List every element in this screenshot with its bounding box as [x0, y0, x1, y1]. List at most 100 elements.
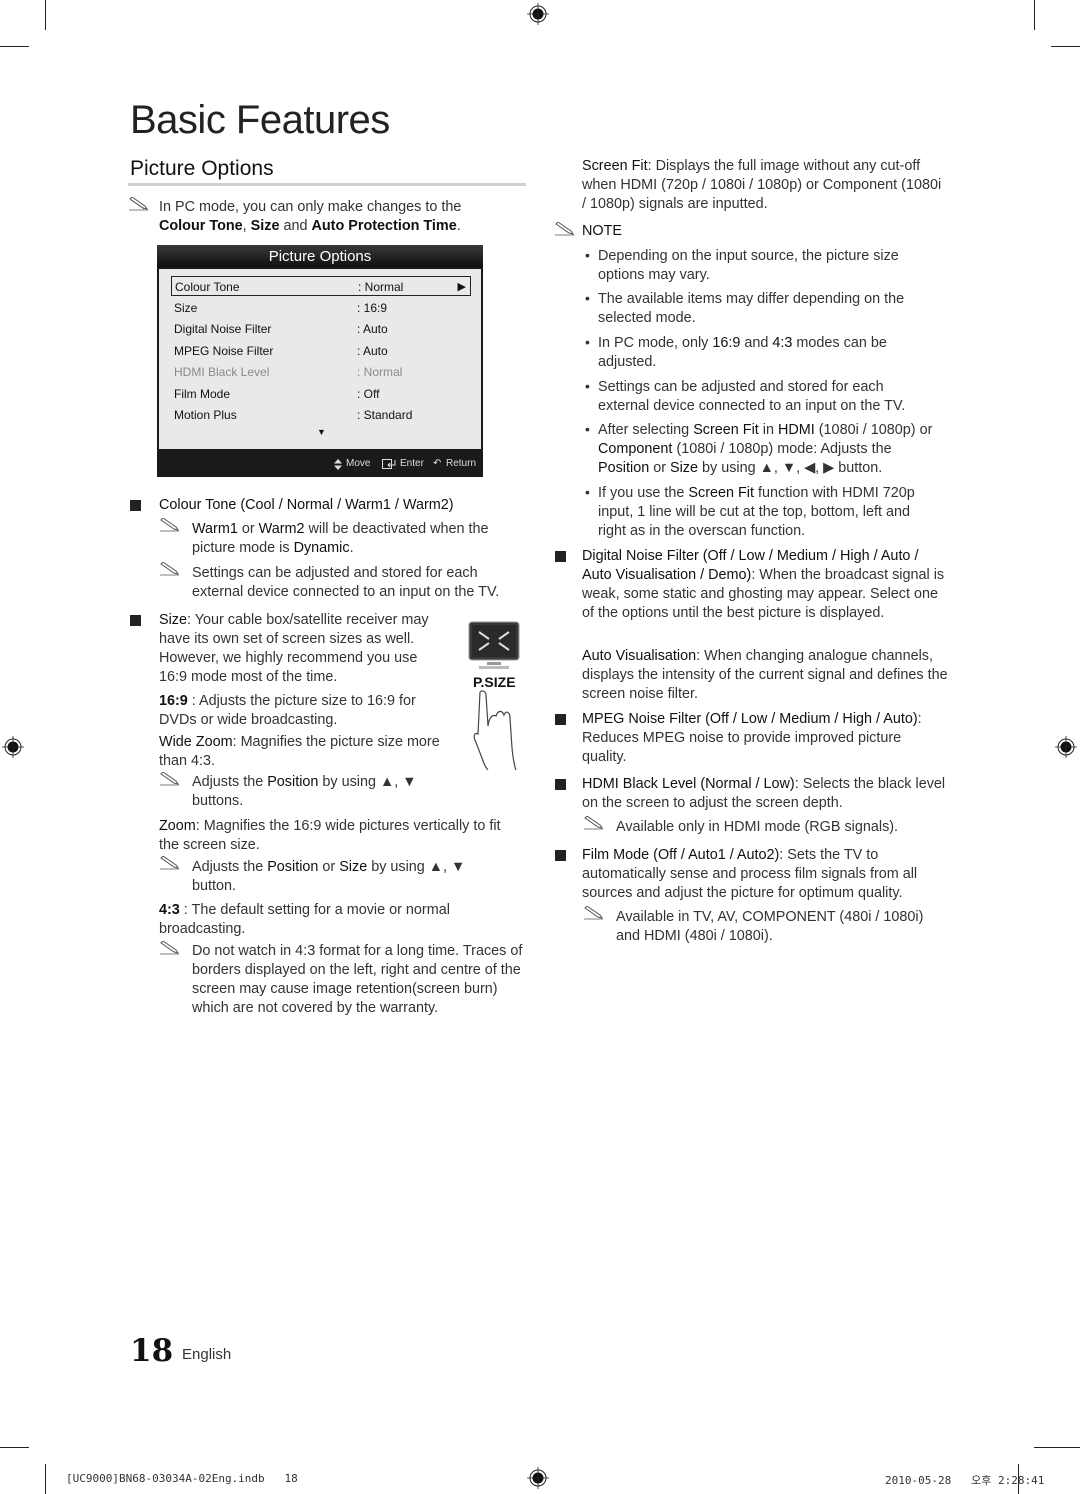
osd-row-digital-noise-filter[interactable]: Digital Noise Filter : Auto: [171, 319, 473, 339]
osd-row-label: Colour Tone: [175, 280, 240, 294]
wide-zoom-note: Adjusts the Position by using ▲, ▼ butto…: [192, 773, 442, 811]
text: (1080i / 1080p) or: [814, 422, 933, 438]
registration-mark-icon: [1055, 736, 1077, 758]
return-icon: ↶: [433, 458, 442, 469]
term: 4:3: [159, 902, 180, 918]
wide-zoom-description: Wide Zoom: Magnifies the picture size mo…: [159, 733, 459, 771]
term: Position: [267, 774, 319, 790]
note-pencil-icon: [584, 906, 604, 920]
text: by using ▲, ▼, ◀, ▶ button.: [698, 460, 883, 476]
text: Adjusts the: [192, 774, 268, 790]
term: Position: [598, 460, 650, 476]
text: (1080i / 1080p) mode: Adjusts the: [672, 441, 892, 457]
scroll-down-icon[interactable]: ▼: [317, 427, 326, 437]
zoom-note: Adjusts the Position or Size by using ▲,…: [192, 858, 492, 896]
osd-row-mpeg-noise-filter[interactable]: MPEG Noise Filter : Auto: [171, 341, 473, 361]
bullet-square: [130, 615, 141, 626]
digital-noise-filter-description: Digital Noise Filter (Off / Low / Medium…: [582, 547, 947, 623]
film-mode-description: Film Mode (Off / Auto1 / Auto2): Sets th…: [582, 846, 927, 903]
osd-row-value: : Standard: [357, 408, 413, 422]
registration-mark-icon: [2, 736, 24, 758]
note-bullet-5: After selecting Screen Fit in HDMI (1080…: [598, 421, 943, 478]
hdmi-black-level-description: HDMI Black Level (Normal / Low): Selects…: [582, 775, 947, 813]
size-description: Size: Your cable box/satellite receiver …: [159, 611, 441, 687]
note-bullet-4: Settings can be adjusted and stored for …: [598, 379, 906, 414]
text: : Magnifies the 16:9 wide pictures verti…: [159, 818, 501, 853]
colour-tone-note-1: Warm1 or Warm2 will be deactivated when …: [192, 520, 517, 558]
osd-row-motion-plus[interactable]: Motion Plus : Standard: [171, 405, 473, 425]
section-divider: [128, 183, 526, 186]
note-pencil-icon: [160, 562, 180, 576]
hdmi-black-level-note: Available only in HDMI mode (RGB signals…: [616, 819, 899, 835]
size-4-3-note: Do not watch in 4:3 format for a long ti…: [192, 943, 523, 1016]
osd-row-colour-tone[interactable]: Colour Tone : Normal ▶: [171, 276, 471, 296]
note-bullet-1: Depending on the input source, the pictu…: [598, 248, 899, 283]
tv-psize-icon: [468, 621, 520, 669]
note-pencil-icon: [160, 856, 180, 870]
osd-row-label: Film Mode: [174, 387, 231, 401]
screen-fit-description: Screen Fit: Displays the full image with…: [582, 157, 942, 214]
colour-tone-heading: Colour Tone (Cool / Normal / Warm1 / War…: [159, 496, 519, 515]
text: : Adjusts the picture size to 16:9 for D…: [159, 693, 416, 728]
term: Wide Zoom: [159, 734, 233, 750]
osd-row-hdmi-black-level: HDMI Black Level : Normal: [171, 362, 473, 382]
osd-row-size[interactable]: Size : 16:9: [171, 298, 473, 318]
term-auto-protection-time: Auto Protection Time: [311, 218, 457, 234]
text: in: [758, 422, 778, 438]
term-size: Size: [250, 218, 280, 234]
auto-visualisation-description: Auto Visualisation: When changing analog…: [582, 647, 950, 704]
term: Screen Fit: [582, 158, 648, 174]
osd-row-value: : Normal: [358, 280, 404, 294]
bullet-square: [555, 850, 566, 861]
osd-row-label: MPEG Noise Filter: [174, 344, 274, 358]
note-pencil-icon: [129, 197, 149, 211]
size-16-9-description: 16:9 : Adjusts the picture size to 16:9 …: [159, 692, 449, 730]
osd-row-value: : Auto: [357, 344, 388, 358]
text: Adjusts the: [192, 859, 268, 875]
term: Size: [159, 612, 187, 628]
osd-row-label: Motion Plus: [174, 408, 237, 422]
bullet-dot: •: [585, 484, 590, 500]
page-title: Basic Features: [130, 98, 390, 142]
text: If you use the: [598, 485, 689, 501]
print-slug-timestamp: 2010-05-28 오후 2:28:41: [885, 1474, 1045, 1487]
page-number: 18: [130, 1333, 174, 1369]
osd-row-label: Size: [174, 301, 198, 315]
crop-mark: [45, 1464, 46, 1494]
osd-row-film-mode[interactable]: Film Mode : Off: [171, 384, 473, 404]
intro-note: In PC mode, you can only make changes to…: [159, 198, 489, 236]
right-arrow-icon: ▶: [457, 281, 466, 293]
film-mode-note: Available in TV, AV, COMPONENT (480i / 1…: [616, 909, 924, 944]
term: Warm1: [192, 521, 238, 537]
note-bullet-3: In PC mode, only 16:9 and 4:3 modes can …: [598, 334, 938, 372]
bullet-dot: •: [585, 378, 590, 394]
crop-mark: [1051, 46, 1080, 47]
hand-pointer-icon: [473, 690, 517, 771]
intro-note-text: In PC mode, you can only make changes to…: [159, 199, 462, 215]
zoom-description: Zoom: Magnifies the 16:9 wide pictures v…: [159, 817, 519, 855]
osd-row-value: : 16:9: [357, 301, 388, 315]
move-updown-icon: [334, 459, 342, 470]
return-hint: Return: [446, 458, 477, 469]
text: : The default setting for a movie or nor…: [159, 902, 450, 937]
osd-title: Picture Options: [157, 245, 483, 267]
registration-mark-icon: [527, 3, 549, 25]
bullet-square: [555, 779, 566, 790]
text: In PC mode, only: [598, 335, 713, 351]
term: Zoom: [159, 818, 196, 834]
text: or: [318, 859, 340, 875]
term: 16:9: [712, 335, 741, 351]
term: Component: [598, 441, 673, 457]
note-pencil-icon: [160, 518, 180, 532]
enter-icon: [382, 459, 396, 469]
term: Screen Fit: [693, 422, 759, 438]
term: Warm2: [258, 521, 305, 537]
note-pencil-icon: [160, 941, 180, 955]
bullet-dot: •: [585, 247, 590, 263]
bullet-dot: •: [585, 421, 590, 437]
text: .: [456, 218, 461, 234]
move-hint: Move: [346, 458, 371, 469]
text: ,: [242, 218, 251, 234]
text: .: [349, 540, 354, 556]
text: After selecting: [598, 422, 694, 438]
